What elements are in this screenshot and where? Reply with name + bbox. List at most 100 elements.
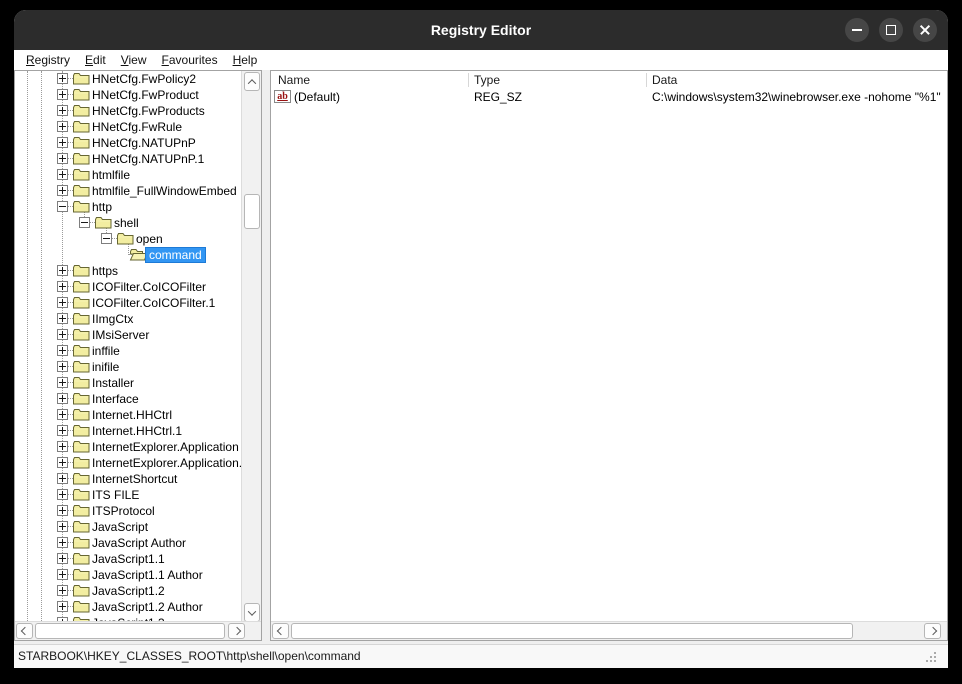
expand-icon[interactable] <box>57 393 68 404</box>
menu-view[interactable]: View <box>115 52 153 68</box>
expand-icon[interactable] <box>57 569 68 580</box>
tree-item-hnetcfg-fwproducts[interactable]: HNetCfg.FwProducts <box>15 103 261 119</box>
expand-icon[interactable] <box>57 265 68 276</box>
tree-item-inffile[interactable]: inffile <box>15 343 261 359</box>
expand-icon[interactable] <box>57 473 68 484</box>
expand-icon[interactable] <box>57 105 68 116</box>
expand-icon[interactable] <box>57 345 68 356</box>
scroll-up-button[interactable] <box>244 72 260 91</box>
tree-item-label: htmlfile <box>92 168 131 182</box>
maximize-button[interactable] <box>879 18 903 42</box>
titlebar[interactable]: Registry Editor <box>14 10 948 50</box>
expand-icon[interactable] <box>57 601 68 612</box>
tree-vertical-scrollbar[interactable] <box>241 71 261 623</box>
tree-item-interface[interactable]: Interface <box>15 391 261 407</box>
list-horizontal-scrollbar[interactable] <box>271 621 947 640</box>
tree-item-internet-hhctrl[interactable]: Internet.HHCtrl <box>15 407 261 423</box>
expand-icon[interactable] <box>57 361 68 372</box>
menu-favourites[interactable]: Favourites <box>156 52 224 68</box>
column-separator[interactable] <box>468 73 469 87</box>
tree-item-hnetcfg-natupnp[interactable]: HNetCfg.NATUPnP <box>15 135 261 151</box>
expand-icon[interactable] <box>57 121 68 132</box>
tree-item-javascript-author[interactable]: JavaScript Author <box>15 535 261 551</box>
scroll-down-button[interactable] <box>244 603 260 622</box>
expand-icon[interactable] <box>57 521 68 532</box>
close-button[interactable] <box>913 18 937 42</box>
tree-item-hnetcfg-fwproduct[interactable]: HNetCfg.FwProduct <box>15 87 261 103</box>
tree-item-hnetcfg-natupnp-1[interactable]: HNetCfg.NATUPnP.1 <box>15 151 261 167</box>
tree-item-http[interactable]: http <box>15 199 261 215</box>
expand-icon[interactable] <box>57 297 68 308</box>
expand-icon[interactable] <box>57 489 68 500</box>
tree-item-javascript1-1[interactable]: JavaScript1.1 <box>15 551 261 567</box>
menu-registry[interactable]: Registry <box>20 52 76 68</box>
expand-icon[interactable] <box>57 329 68 340</box>
expand-icon[interactable] <box>57 457 68 468</box>
tree-item-javascript[interactable]: JavaScript <box>15 519 261 535</box>
tree-item-command[interactable]: command <box>15 241 261 263</box>
tree-item-installer[interactable]: Installer <box>15 375 261 391</box>
tree-item-hnetcfg-fwrule[interactable]: HNetCfg.FwRule <box>15 119 261 135</box>
expand-icon[interactable] <box>57 169 68 180</box>
tree-item-icofilter-coicofilter[interactable]: ICOFilter.CoICOFilter <box>15 279 261 295</box>
tree-item-label: htmlfile_FullWindowEmbed <box>92 184 237 198</box>
tree-item-javascript1-1-author[interactable]: JavaScript1.1 Author <box>15 567 261 583</box>
tree-item-internetexplorer-application-1[interactable]: InternetExplorer.Application.1 <box>15 455 261 471</box>
column-separator[interactable] <box>646 73 647 87</box>
tree-item-shell[interactable]: shell <box>15 209 261 231</box>
scroll-right-button[interactable] <box>228 623 245 639</box>
expand-icon[interactable] <box>57 153 68 164</box>
tree-item-javascript1-2[interactable]: JavaScript1.2 <box>15 583 261 599</box>
folder-icon <box>73 184 92 197</box>
tree-item-icofilter-coicofilter-1[interactable]: ICOFilter.CoICOFilter.1 <box>15 295 261 311</box>
expand-icon[interactable] <box>57 537 68 548</box>
tree-item-itsprotocol[interactable]: ITSProtocol <box>15 503 261 519</box>
tree-item-htmlfile-fullwindowembed[interactable]: htmlfile_FullWindowEmbed <box>15 183 261 199</box>
scroll-left-button[interactable] <box>16 623 33 639</box>
tree-item-open[interactable]: open <box>15 225 261 247</box>
expand-icon[interactable] <box>57 137 68 148</box>
collapse-icon[interactable] <box>101 233 112 244</box>
expand-icon[interactable] <box>57 377 68 388</box>
tree-item-imsiserver[interactable]: IMsiServer <box>15 327 261 343</box>
list-hscroll-thumb[interactable] <box>291 623 853 639</box>
tree-item-inifile[interactable]: inifile <box>15 359 261 375</box>
minimize-button[interactable] <box>845 18 869 42</box>
folder-icon <box>73 136 92 149</box>
scroll-right-button[interactable] <box>924 623 941 639</box>
expand-icon[interactable] <box>57 185 68 196</box>
scroll-left-button[interactable] <box>272 623 289 639</box>
expand-icon[interactable] <box>57 313 68 324</box>
tree-item-javascript1-2-author[interactable]: JavaScript1.2 Author <box>15 599 261 615</box>
resize-grip[interactable] <box>934 652 936 654</box>
tree-item-its-file[interactable]: ITS FILE <box>15 487 261 503</box>
tree-item-internetexplorer-application[interactable]: InternetExplorer.Application <box>15 439 261 455</box>
tree-item-htmlfile[interactable]: htmlfile <box>15 167 261 183</box>
column-header-type[interactable]: Type <box>474 71 500 89</box>
expand-icon[interactable] <box>57 441 68 452</box>
folder-icon <box>73 568 92 581</box>
tree-item-iimgctx[interactable]: IImgCtx <box>15 311 261 327</box>
column-header-name[interactable]: Name <box>278 71 310 89</box>
column-header-data[interactable]: Data <box>652 71 677 89</box>
tree-item-hnetcfg-fwpolicy2[interactable]: HNetCfg.FwPolicy2 <box>15 71 261 87</box>
tree-horizontal-scrollbar[interactable] <box>15 621 261 640</box>
expand-icon[interactable] <box>57 73 68 84</box>
value-row--default-[interactable]: ab (Default) REG_SZ C:\windows\system32\win… <box>271 89 947 105</box>
collapse-icon[interactable] <box>57 201 68 212</box>
expand-icon[interactable] <box>57 553 68 564</box>
menu-edit[interactable]: Edit <box>79 52 112 68</box>
tree-item-internetshortcut[interactable]: InternetShortcut <box>15 471 261 487</box>
collapse-icon[interactable] <box>79 217 90 228</box>
expand-icon[interactable] <box>57 89 68 100</box>
tree-hscroll-thumb[interactable] <box>35 623 225 639</box>
expand-icon[interactable] <box>57 505 68 516</box>
tree-item-internet-hhctrl-1[interactable]: Internet.HHCtrl.1 <box>15 423 261 439</box>
expand-icon[interactable] <box>57 409 68 420</box>
expand-icon[interactable] <box>57 585 68 596</box>
menu-help[interactable]: Help <box>227 52 264 68</box>
expand-icon[interactable] <box>57 281 68 292</box>
tree-vscroll-thumb[interactable] <box>244 194 260 229</box>
tree-item-https[interactable]: https <box>15 263 261 279</box>
expand-icon[interactable] <box>57 425 68 436</box>
